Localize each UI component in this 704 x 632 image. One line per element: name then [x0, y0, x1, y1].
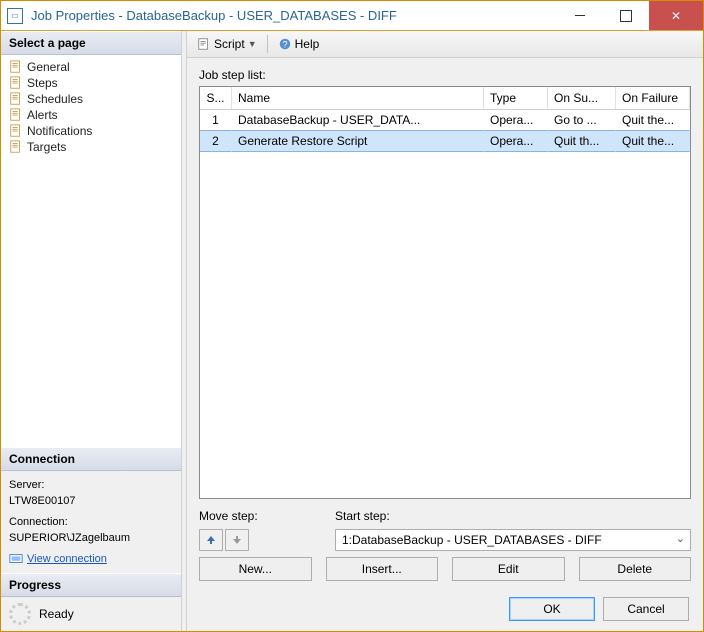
job-step-grid[interactable]: S... Name Type On Su... On Failure 1Data… [199, 86, 691, 499]
insert-button[interactable]: Insert... [326, 557, 439, 581]
server-value: LTW8E00107 [9, 493, 173, 510]
dialog-buttons: OK Cancel [187, 587, 703, 631]
view-connection-link[interactable]: View connection [27, 551, 107, 568]
app-icon: ▭ [7, 8, 23, 24]
ok-button[interactable]: OK [509, 597, 595, 621]
cancel-button[interactable]: Cancel [603, 597, 689, 621]
svg-text:?: ? [282, 40, 287, 50]
progress-header: Progress [1, 573, 181, 597]
col-on-success[interactable]: On Su... [548, 87, 616, 109]
col-on-failure[interactable]: On Failure [616, 87, 690, 109]
move-step-buttons [199, 529, 319, 551]
grid-rows: 1DatabaseBackup - USER_DATA...Opera...Go… [200, 110, 690, 498]
help-label: Help [295, 37, 320, 51]
right-column: Script ▼ ? Help Job step list: S... Name… [187, 31, 703, 631]
dropdown-caret-icon: ▼ [248, 39, 257, 49]
cell: Quit the... [616, 110, 690, 130]
window-title: Job Properties - DatabaseBackup - USER_D… [29, 8, 557, 23]
progress-status: Ready [39, 607, 74, 621]
server-label: Server: [9, 477, 173, 494]
page-icon [9, 76, 23, 90]
maximize-button[interactable] [603, 1, 649, 30]
select-page-header: Select a page [1, 31, 181, 55]
delete-button[interactable]: Delete [579, 557, 692, 581]
page-icon [9, 140, 23, 154]
connection-panel: Server: LTW8E00107 Connection: SUPERIOR\… [1, 471, 181, 574]
nav-notifications[interactable]: Notifications [1, 123, 181, 139]
col-type[interactable]: Type [484, 87, 548, 109]
job-properties-dialog: ▭ Job Properties - DatabaseBackup - USER… [0, 0, 704, 632]
step-controls: Move step: Start step: 1:DatabaseBackup … [199, 509, 691, 551]
nav-label: Schedules [27, 92, 83, 106]
nav-alerts[interactable]: Alerts [1, 107, 181, 123]
page-icon [9, 60, 23, 74]
grid-header: S... Name Type On Su... On Failure [200, 87, 690, 110]
nav-label: Steps [27, 76, 58, 90]
connection-label: Connection: [9, 514, 173, 531]
move-step-label: Move step: [199, 509, 319, 523]
cell: 1 [200, 110, 232, 130]
table-row[interactable]: 1DatabaseBackup - USER_DATA...Opera...Go… [200, 110, 690, 130]
help-icon: ? [278, 37, 292, 51]
progress-spinner-icon [9, 603, 31, 625]
step-action-buttons: New... Insert... Edit Delete [199, 557, 691, 581]
nav-general[interactable]: General [1, 59, 181, 75]
nav-schedules[interactable]: Schedules [1, 91, 181, 107]
steps-page: Job step list: S... Name Type On Su... O… [187, 58, 703, 587]
page-nav-list: General Steps Schedules Alerts Notificat… [1, 55, 181, 159]
arrow-down-icon [232, 535, 242, 545]
connection-value: SUPERIOR\JZagelbaum [9, 530, 173, 547]
cell: DatabaseBackup - USER_DATA... [232, 110, 484, 130]
script-button[interactable]: Script ▼ [193, 35, 261, 53]
toolbar: Script ▼ ? Help [187, 31, 703, 58]
help-button[interactable]: ? Help [274, 35, 324, 53]
cell: Opera... [484, 130, 548, 152]
arrow-up-icon [206, 535, 216, 545]
page-icon [9, 124, 23, 138]
nav-targets[interactable]: Targets [1, 139, 181, 155]
move-down-button[interactable] [225, 529, 249, 551]
nav-label: Alerts [27, 108, 58, 122]
col-step-number[interactable]: S... [200, 87, 232, 109]
nav-steps[interactable]: Steps [1, 75, 181, 91]
toolbar-separator [267, 35, 268, 53]
window-buttons [557, 1, 703, 30]
cell: 2 [200, 130, 232, 152]
table-row[interactable]: 2Generate Restore ScriptOpera...Quit th.… [200, 130, 690, 152]
nav-label: Notifications [27, 124, 92, 138]
script-label: Script [214, 37, 245, 51]
nav-spacer [1, 159, 181, 447]
move-up-button[interactable] [199, 529, 223, 551]
minimize-button[interactable] [557, 1, 603, 30]
nav-label: General [27, 60, 70, 74]
job-step-list-label: Job step list: [199, 68, 691, 82]
progress-panel: Ready [1, 597, 181, 631]
left-column: Select a page General Steps Schedules Al… [1, 31, 181, 631]
view-connection-row: View connection [9, 551, 173, 568]
start-step-label: Start step: [335, 509, 691, 523]
start-step-select[interactable]: 1:DatabaseBackup - USER_DATABASES - DIFF [335, 529, 691, 551]
page-icon [9, 92, 23, 106]
edit-button[interactable]: Edit [452, 557, 565, 581]
connection-header: Connection [1, 447, 181, 471]
script-icon [197, 37, 211, 51]
cell: Generate Restore Script [232, 130, 484, 152]
col-name[interactable]: Name [232, 87, 484, 109]
dialog-body: Select a page General Steps Schedules Al… [1, 31, 703, 631]
start-step-value: 1:DatabaseBackup - USER_DATABASES - DIFF [342, 533, 602, 547]
close-button[interactable] [649, 1, 703, 30]
new-button[interactable]: New... [199, 557, 312, 581]
cell: Quit th... [548, 130, 616, 152]
page-icon [9, 108, 23, 122]
connection-icon [9, 552, 23, 566]
nav-label: Targets [27, 140, 66, 154]
cell: Quit the... [616, 130, 690, 152]
cell: Opera... [484, 110, 548, 130]
titlebar: ▭ Job Properties - DatabaseBackup - USER… [1, 1, 703, 31]
cell: Go to ... [548, 110, 616, 130]
